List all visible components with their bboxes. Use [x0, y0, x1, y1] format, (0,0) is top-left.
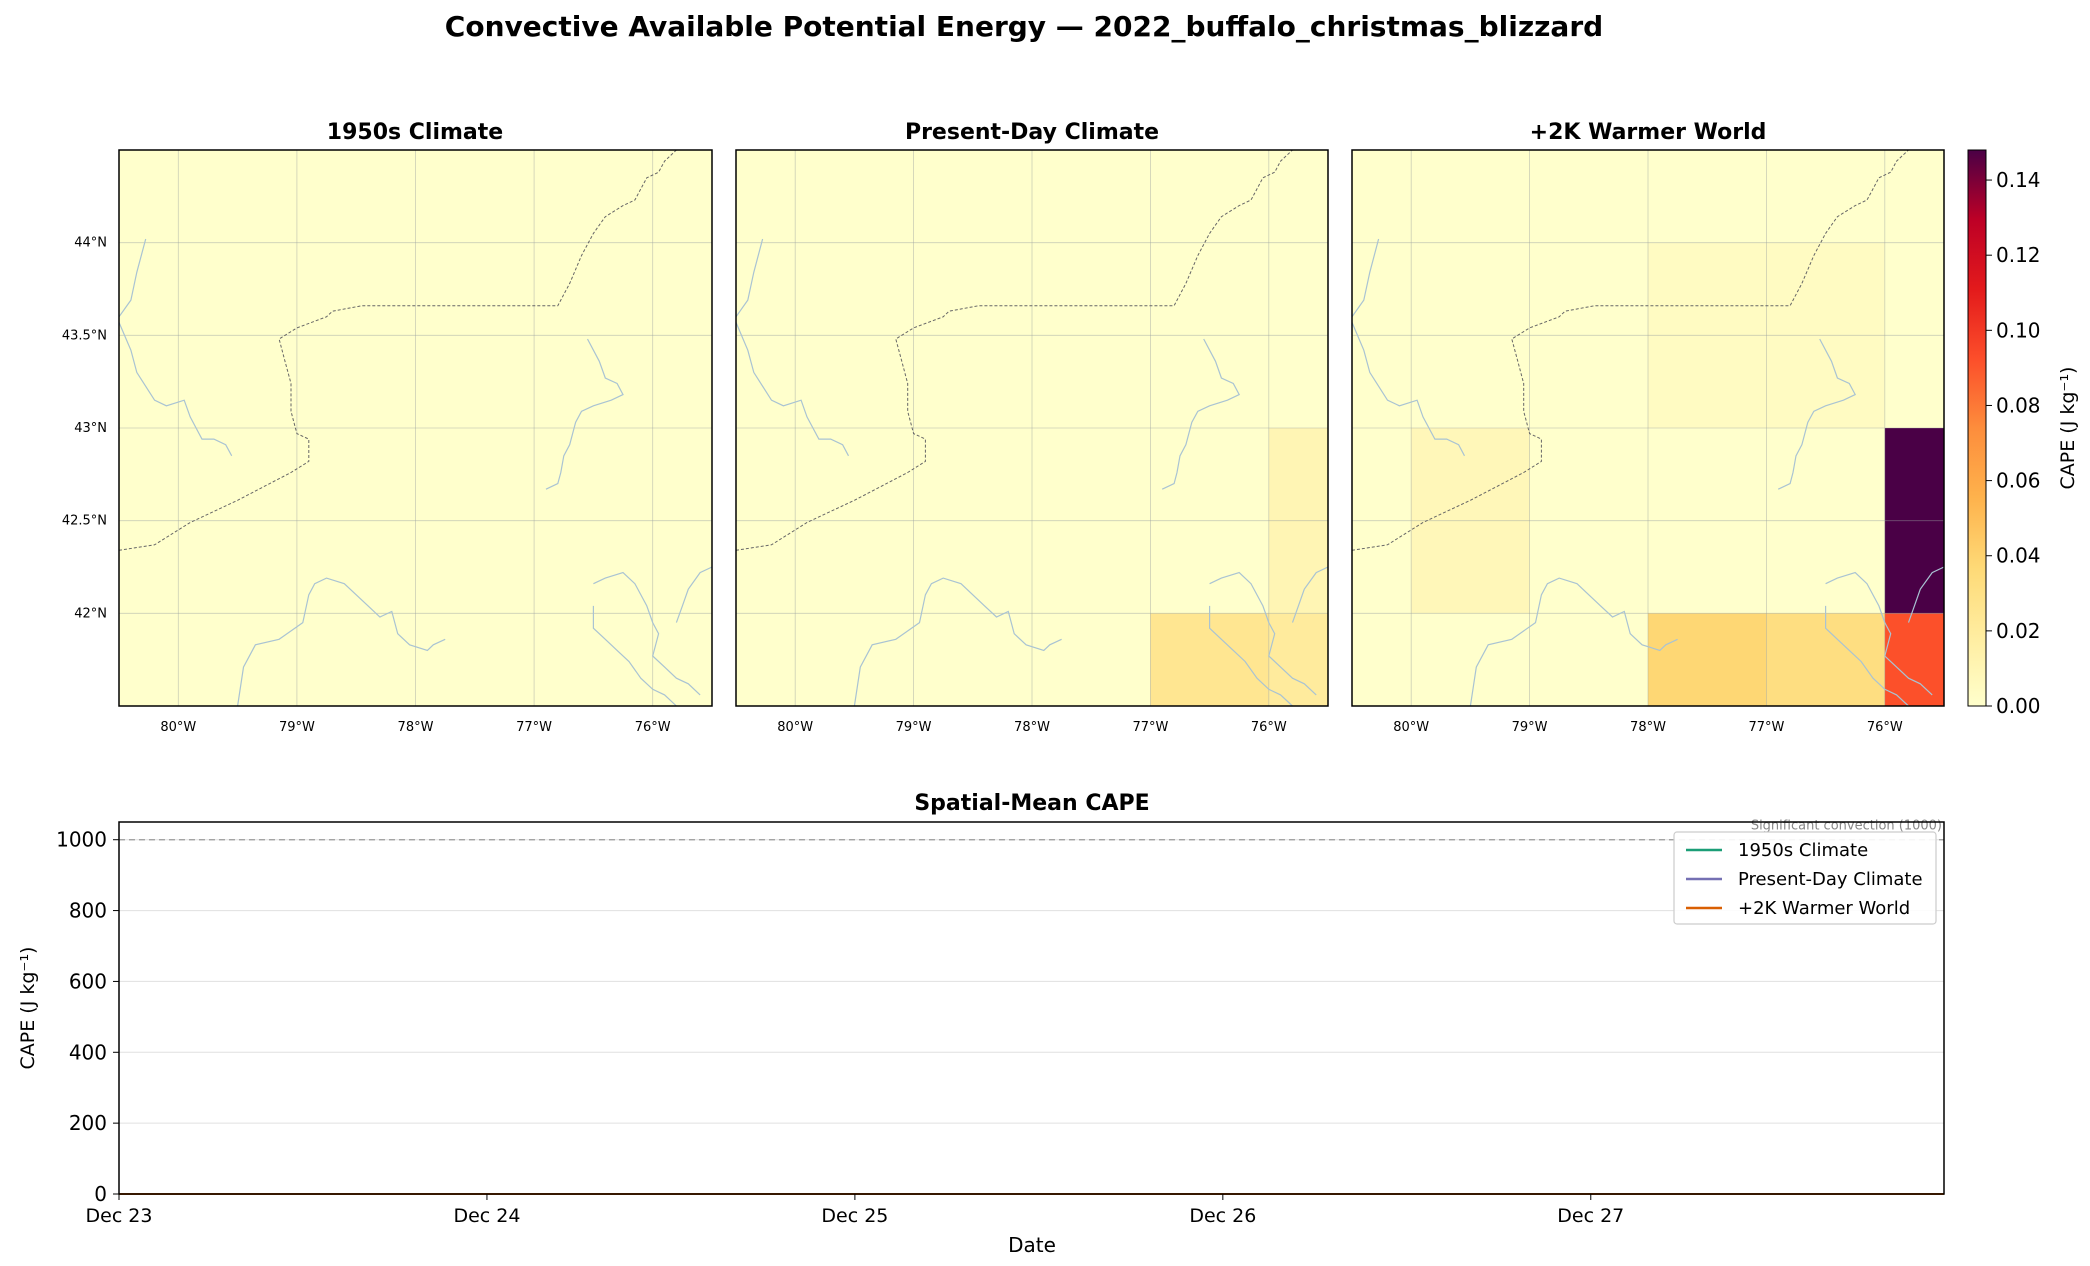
lon-tick-label: 79°W — [896, 720, 932, 735]
line-chart-gridlines — [119, 839, 1944, 1195]
colorbar-tick-label: 0.00 — [1996, 694, 2041, 718]
colorbar-tick-label: 0.08 — [1996, 393, 2041, 417]
lat-tick-label: 43°N — [74, 421, 107, 436]
y-tick-label: 800 — [69, 899, 107, 923]
map-panel-1950s: 1950s Climate 80°W 79°W 78°W 77°W 76°W 42°N4… — [62, 120, 713, 735]
x-tick-label: Dec 26 — [1189, 1205, 1256, 1227]
lat-tick-label: 42°N — [74, 606, 107, 621]
map-panel-warmer: +2K Warmer World 80°W 79°W 78°W 77°W 76°W — [1351, 120, 1945, 735]
lon-tick-label: 76°W — [635, 720, 671, 735]
x-tick-labels: Dec 23 Dec 24 Dec 25 Dec 26 Dec 27 — [86, 1194, 1624, 1227]
line-chart-title: Spatial-Mean CAPE — [914, 791, 1149, 816]
lon-tick-labels: 80°W 79°W 78°W 77°W 76°W — [1393, 720, 1903, 735]
legend: 1950s Climate Present-Day Climate +2K Warm… — [1673, 831, 1937, 925]
line-chart-frame — [118, 821, 1945, 1195]
lat-tick-label: 44°N — [74, 236, 107, 251]
legend-label: Present-Day Climate — [1738, 869, 1923, 890]
lon-tick-labels: 80°W 79°W 78°W 77°W 76°W — [777, 720, 1287, 735]
legend-label: 1950s Climate — [1738, 840, 1868, 861]
figure-title: Convective Available Potential Energy — … — [445, 10, 1603, 43]
lon-tick-label: 77°W — [516, 720, 552, 735]
y-tick-label: 400 — [69, 1040, 107, 1064]
y-axis-label: CAPE (J kg⁻¹) — [17, 947, 39, 1070]
colorbar-tick-label: 0.10 — [1996, 318, 2041, 342]
colorbar-gradient — [1967, 149, 1987, 707]
y-tick-label: 1000 — [56, 828, 107, 852]
map-panel-title: 1950s Climate — [327, 120, 503, 145]
x-axis-label: Date — [1008, 1233, 1056, 1257]
lon-tick-label: 77°W — [1132, 720, 1168, 735]
colorbar-tick-label: 0.04 — [1996, 544, 2041, 568]
heatmap-cell — [1268, 613, 1328, 706]
y-tick-label: 0 — [94, 1182, 107, 1206]
colorbar-tick-label: 0.14 — [1996, 168, 2041, 192]
lon-tick-label: 79°W — [1512, 720, 1548, 735]
colorbar-label: CAPE (J kg⁻¹) — [2057, 367, 2079, 490]
figure-canvas: Convective Available Potential Energy — … — [17, 10, 2079, 1257]
lon-tick-label: 77°W — [1748, 720, 1784, 735]
lon-tick-label: 76°W — [1251, 720, 1287, 735]
heatmap-cell — [1884, 613, 1944, 706]
map-panel-present: Present-Day Climate 80°W 79°W 78°W 77°W 76°W — [735, 120, 1329, 735]
lat-tick-label: 43.5°N — [62, 328, 107, 343]
colorbar-tick-label: 0.06 — [1996, 469, 2041, 493]
map-panel-title: Present-Day Climate — [905, 120, 1159, 145]
x-tick-label: Dec 27 — [1557, 1205, 1624, 1227]
lon-tick-label: 80°W — [160, 720, 196, 735]
colorbar-ticks: 0.00 0.02 0.04 0.06 0.08 0.10 0.12 0.14 — [1986, 168, 2041, 718]
x-tick-label: Dec 24 — [453, 1205, 520, 1227]
y-tick-label: 600 — [69, 969, 107, 993]
lat-tick-label: 42.5°N — [62, 514, 107, 529]
lon-tick-label: 78°W — [1630, 720, 1666, 735]
colorbar: 0.00 0.02 0.04 0.06 0.08 0.10 0.12 0.14 CAPE (J… — [1967, 149, 2079, 718]
x-tick-label: Dec 23 — [86, 1205, 153, 1227]
map-panel-title: +2K Warmer World — [1530, 120, 1767, 145]
lon-tick-label: 80°W — [777, 720, 813, 735]
colorbar-tick-label: 0.02 — [1996, 619, 2041, 643]
legend-label: +2K Warmer World — [1738, 898, 1910, 919]
heatmap-cell — [1648, 613, 1767, 706]
y-tick-label: 200 — [69, 1111, 107, 1135]
lon-tick-label: 78°W — [1014, 720, 1050, 735]
y-tick-labels: 0 200 400 600 800 1000 — [56, 828, 119, 1206]
lon-tick-label: 79°W — [279, 720, 315, 735]
lat-tick-labels: 42°N 42.5°N 43°N 43.5°N 44°N — [62, 236, 107, 622]
colorbar-tick-label: 0.12 — [1996, 243, 2041, 267]
lon-tick-label: 80°W — [1393, 720, 1429, 735]
x-tick-label: Dec 25 — [821, 1205, 888, 1227]
lon-tick-labels: 80°W 79°W 78°W 77°W 76°W — [160, 720, 670, 735]
line-chart-spatial-mean: Spatial-Mean CAPE Significant convection… — [17, 791, 1945, 1257]
lon-tick-label: 76°W — [1867, 720, 1903, 735]
lon-tick-label: 78°W — [398, 720, 434, 735]
heatmap-cell — [1411, 428, 1530, 521]
